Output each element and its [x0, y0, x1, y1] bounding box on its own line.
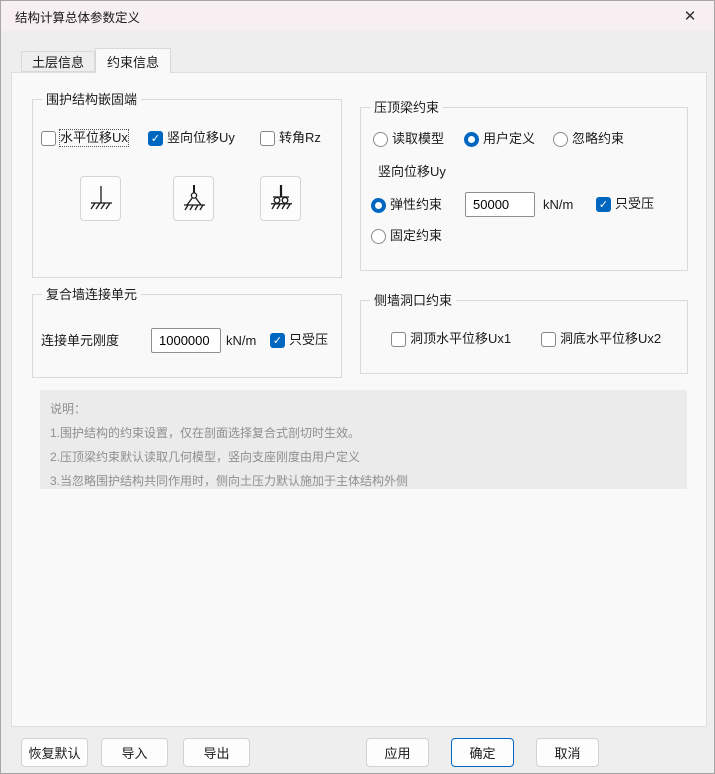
link-stiffness-unit: kN/m — [226, 333, 257, 348]
radio-ignore-constraint-circle[interactable] — [553, 131, 568, 147]
export-button[interactable]: 导出 — [183, 738, 250, 767]
restore-defaults-button[interactable]: 恢复默认 — [21, 738, 88, 767]
radio-user-defined[interactable]: 用户定义 — [464, 131, 535, 147]
checkbox-compression-only-wall[interactable]: ✓ 只受压 — [270, 332, 328, 348]
radio-read-model-label: 读取模型 — [392, 131, 445, 146]
checkbox-ux-label: 水平位移Ux — [59, 129, 129, 147]
tab-constraint-info[interactable]: 约束信息 — [95, 48, 172, 73]
checkbox-rz-label: 转角Rz — [279, 130, 321, 145]
notes-line-2: 2.压顶梁约束默认读取几何模型，竖向支座刚度由用户定义 — [50, 450, 361, 464]
dialog-window: 结构计算总体参数定义 ✕ 土层信息 约束信息 围护结构嵌固端 水平位移Ux ✓ … — [0, 0, 715, 774]
apply-button[interactable]: 应用 — [366, 738, 429, 767]
roller-support-icon — [270, 184, 292, 209]
vertical-displacement-label: 竖向位移Uy — [378, 164, 446, 179]
group-embedded-end: 围护结构嵌固端 水平位移Ux ✓ 竖向位移Uy 转角Rz — [32, 92, 342, 278]
cancel-button[interactable]: 取消 — [536, 738, 599, 767]
checkbox-compression-only-beam-label: 只受压 — [615, 196, 655, 211]
group-side-wall-opening-title: 侧墙洞口约束 — [370, 293, 457, 308]
group-composite-wall-title: 复合墙连接单元 — [42, 287, 142, 302]
elastic-stiffness-unit: kN/m — [543, 197, 574, 212]
checkbox-opening-bottom-ux2-label: 洞底水平位移Ux2 — [560, 331, 662, 346]
link-stiffness-label: 连接单元刚度 — [41, 333, 120, 348]
checkbox-ux[interactable]: 水平位移Ux — [41, 129, 129, 147]
import-button[interactable]: 导入 — [101, 738, 168, 767]
radio-elastic-constraint[interactable]: 弹性约束 — [371, 197, 442, 213]
notes-box: 说明： 1.围护结构的约束设置，仅在剖面选择复合式剖切时生效。 2.压顶梁约束默… — [40, 390, 687, 489]
radio-elastic-constraint-circle[interactable] — [371, 197, 386, 213]
group-composite-wall: 复合墙连接单元 连接单元刚度 kN/m ✓ 只受压 — [32, 287, 342, 378]
titlebar: 结构计算总体参数定义 ✕ — [1, 1, 714, 31]
checkbox-compression-only-beam[interactable]: ✓ 只受压 — [596, 196, 654, 212]
elastic-stiffness-input[interactable] — [465, 192, 535, 217]
tab-strip: 土层信息 约束信息 — [21, 48, 172, 73]
link-stiffness-input[interactable] — [151, 328, 221, 353]
dialog-title: 结构计算总体参数定义 — [15, 10, 141, 25]
group-cap-beam-title: 压顶梁约束 — [370, 100, 444, 115]
tab-soil-layer-info[interactable]: 土层信息 — [21, 51, 96, 72]
checkbox-ux-box[interactable] — [41, 130, 56, 146]
checkbox-opening-top-ux1-label: 洞顶水平位移Ux1 — [410, 331, 512, 346]
fixed-support-button[interactable] — [80, 176, 121, 221]
pinned-support-button[interactable] — [173, 176, 214, 221]
group-cap-beam: 压顶梁约束 读取模型 用户定义 忽略约束 竖向位移Uy 弹性约束 kN/m ✓ — [360, 100, 688, 271]
checkbox-opening-bottom-ux2[interactable]: 洞底水平位移Ux2 — [541, 331, 661, 347]
radio-elastic-constraint-label: 弹性约束 — [390, 197, 443, 212]
checkbox-opening-top-ux1[interactable]: 洞顶水平位移Ux1 — [391, 331, 511, 347]
pinned-support-icon — [183, 184, 205, 210]
group-side-wall-opening: 侧墙洞口约束 洞顶水平位移Ux1 洞底水平位移Ux2 — [360, 293, 688, 374]
radio-read-model[interactable]: 读取模型 — [373, 131, 444, 147]
radio-ignore-constraint[interactable]: 忽略约束 — [553, 131, 624, 147]
radio-fixed-constraint-circle[interactable] — [371, 228, 386, 244]
checkbox-compression-only-wall-label: 只受压 — [289, 332, 329, 347]
roller-support-button[interactable] — [260, 176, 301, 221]
notes-line-3: 3.当忽略围护结构共同作用时，侧向土压力默认施加于主体结构外侧 — [50, 474, 409, 488]
fixed-support-icon — [89, 185, 112, 209]
checkbox-uy-box[interactable]: ✓ — [148, 130, 163, 146]
checkbox-rz[interactable]: 转角Rz — [260, 130, 321, 146]
radio-fixed-constraint-label: 固定约束 — [390, 228, 443, 243]
checkbox-compression-only-beam-box[interactable]: ✓ — [596, 196, 611, 212]
radio-ignore-constraint-label: 忽略约束 — [572, 131, 625, 146]
radio-user-defined-label: 用户定义 — [483, 131, 536, 146]
close-icon[interactable]: ✕ — [668, 1, 712, 31]
radio-user-defined-circle[interactable] — [464, 131, 479, 147]
radio-fixed-constraint[interactable]: 固定约束 — [371, 228, 442, 244]
radio-read-model-circle[interactable] — [373, 131, 388, 147]
notes-line-1: 1.围护结构的约束设置，仅在剖面选择复合式剖切时生效。 — [50, 426, 361, 440]
checkbox-uy-label: 竖向位移Uy — [167, 130, 235, 145]
checkbox-uy[interactable]: ✓ 竖向位移Uy — [148, 130, 235, 146]
notes-title: 说明： — [50, 402, 87, 416]
checkbox-compression-only-wall-box[interactable]: ✓ — [270, 332, 285, 348]
group-embedded-end-title: 围护结构嵌固端 — [42, 92, 142, 107]
checkbox-opening-bottom-ux2-box[interactable] — [541, 331, 556, 347]
checkbox-rz-box[interactable] — [260, 130, 275, 146]
ok-button[interactable]: 确定 — [451, 738, 514, 767]
checkbox-opening-top-ux1-box[interactable] — [391, 331, 406, 347]
tab-page: 围护结构嵌固端 水平位移Ux ✓ 竖向位移Uy 转角Rz 压顶梁约束 读取模型 … — [11, 72, 707, 727]
